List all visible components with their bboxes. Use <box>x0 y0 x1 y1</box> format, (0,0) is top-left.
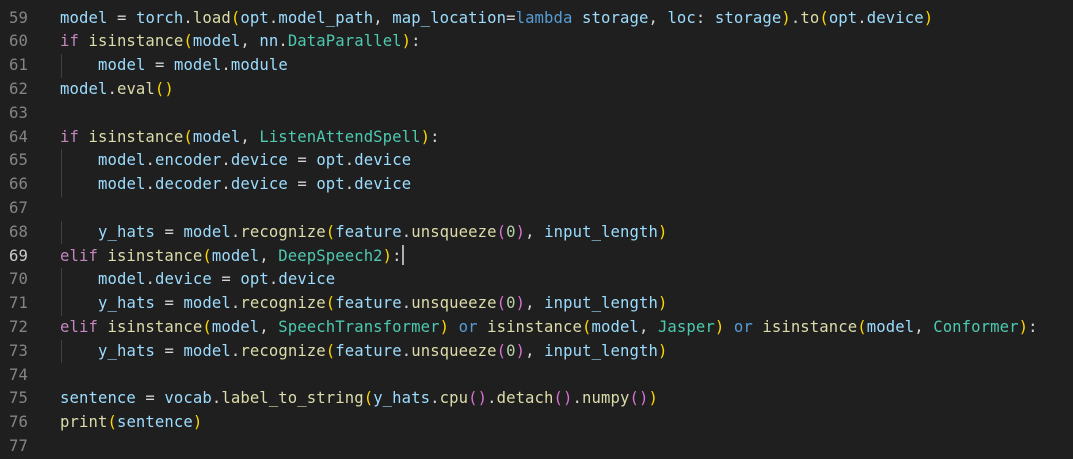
line-number: 59 <box>9 8 28 27</box>
code-line[interactable]: 69 elif isinstance(model, DeepSpeech2): <box>0 244 1073 269</box>
code-line[interactable]: 73 y_hats = model.recognize(feature.unsq… <box>0 339 1073 364</box>
code-line[interactable]: 74 <box>0 364 1073 388</box>
code-text[interactable]: print(sentence) <box>60 411 202 435</box>
code-editor[interactable]: 59 model = torch.load(opt.model_path, map… <box>0 0 1073 455</box>
code-text[interactable]: sentence = vocab.label_to_string(y_hats.… <box>60 387 658 411</box>
code-line[interactable]: 66 model.decoder.device = opt.device <box>0 173 1073 197</box>
line-number: 61 <box>9 56 28 75</box>
code-text[interactable]: model.encoder.device = opt.device <box>60 149 411 173</box>
line-number: 60 <box>9 32 28 51</box>
line-number: 68 <box>9 222 28 241</box>
code-line[interactable]: 77 <box>0 435 1073 459</box>
code-line[interactable]: 76 print(sentence) <box>0 411 1073 435</box>
code-line[interactable]: 60 if isinstance(model, nn.DataParallel): <box>0 30 1073 54</box>
line-number: 73 <box>9 341 28 360</box>
text-cursor <box>401 244 404 265</box>
code-text[interactable]: y_hats = model.recognize(feature.unsquee… <box>60 221 667 245</box>
code-text[interactable]: if isinstance(model, ListenAttendSpell): <box>60 126 440 150</box>
line-number: 65 <box>9 151 28 170</box>
code-text[interactable]: model.eval() <box>60 78 174 102</box>
code-text[interactable]: elif isinstance(model, SpeechTransformer… <box>60 316 1038 340</box>
line-number: 70 <box>9 270 28 289</box>
code-text[interactable]: model.device = opt.device <box>60 268 335 292</box>
line-number: 75 <box>9 389 28 408</box>
code-line[interactable]: 67 <box>0 197 1073 221</box>
line-number: 64 <box>9 127 28 146</box>
line-number: 67 <box>9 198 28 217</box>
code-line[interactable]: 75 sentence = vocab.label_to_string(y_hat… <box>0 387 1073 411</box>
code-text[interactable]: model = model.module <box>60 54 288 78</box>
code-line[interactable]: 59 model = torch.load(opt.model_path, map… <box>0 7 1073 31</box>
code-line[interactable]: 72 elif isinstance(model, SpeechTransform… <box>0 316 1073 340</box>
line-number: 63 <box>9 103 28 122</box>
line-number: 66 <box>9 175 28 194</box>
code-line[interactable]: 70 model.device = opt.device <box>0 268 1073 293</box>
line-number: 74 <box>9 365 28 384</box>
line-number: 62 <box>9 79 28 98</box>
code-line[interactable]: 61 model = model.module <box>0 54 1073 78</box>
code-line[interactable]: 62 model.eval() <box>0 78 1073 102</box>
code-line[interactable]: 65 model.encoder.device = opt.device <box>0 149 1073 174</box>
code-line[interactable]: 63 <box>0 102 1073 126</box>
code-text[interactable]: if isinstance(model, nn.DataParallel): <box>60 30 421 54</box>
code-text[interactable]: model = torch.load(opt.model_path, map_l… <box>60 7 933 31</box>
line-number: 71 <box>9 294 28 313</box>
code-text[interactable]: model.decoder.device = opt.device <box>60 173 411 197</box>
code-text[interactable]: y_hats = model.recognize(feature.unsquee… <box>60 340 667 364</box>
line-number: 76 <box>9 413 28 432</box>
line-number: 72 <box>9 317 28 336</box>
code-line[interactable]: 68 y_hats = model.recognize(feature.unsq… <box>0 220 1073 245</box>
code-line[interactable]: 71 y_hats = model.recognize(feature.unsq… <box>0 292 1073 316</box>
code-text[interactable]: y_hats = model.recognize(feature.unsquee… <box>60 292 667 316</box>
code-text[interactable]: elif isinstance(model, DeepSpeech2): <box>60 244 404 269</box>
code-line[interactable]: 64 if isinstance(model, ListenAttendSpell… <box>0 126 1073 150</box>
line-number: 69 <box>9 246 28 265</box>
line-number: 77 <box>9 436 28 455</box>
